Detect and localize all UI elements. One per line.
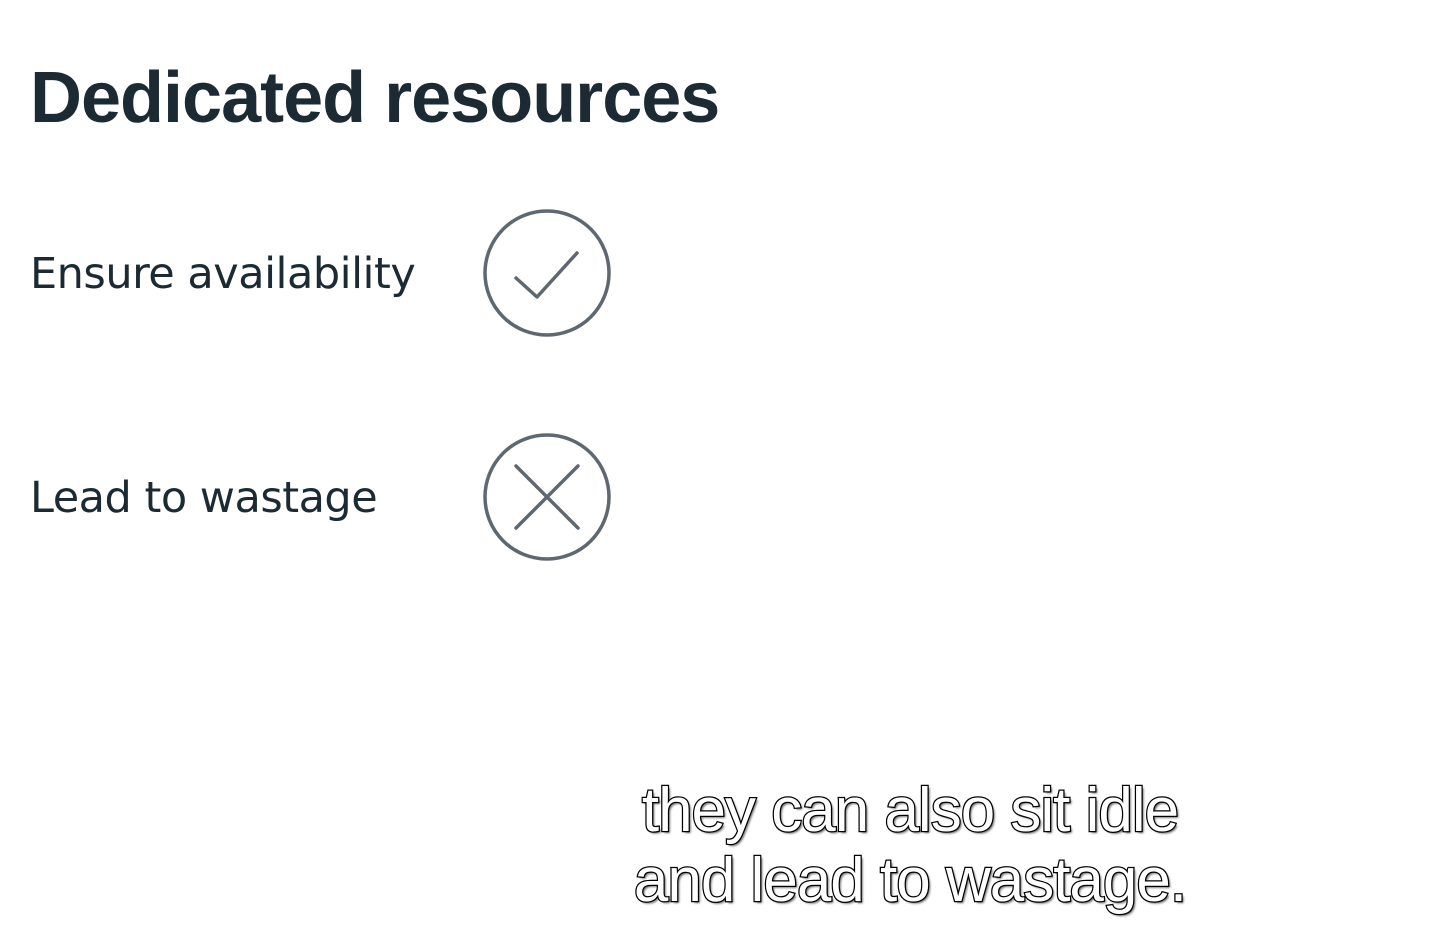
slide-title: Dedicated resources [30,58,720,138]
item-row-availability: Ensure availability [30,208,630,338]
check-circle-icon [482,208,612,338]
video-subtitle: they can also sit idle and lead to wasta… [560,775,1260,917]
item-row-wastage: Lead to wastage [30,432,630,562]
item-label: Ensure availability [30,249,416,299]
subtitle-line-2: and lead to wastage. [633,845,1189,917]
subtitle-line-1: they can also sit idle [641,775,1181,847]
item-label: Lead to wastage [30,473,378,523]
x-circle-icon [482,432,612,562]
